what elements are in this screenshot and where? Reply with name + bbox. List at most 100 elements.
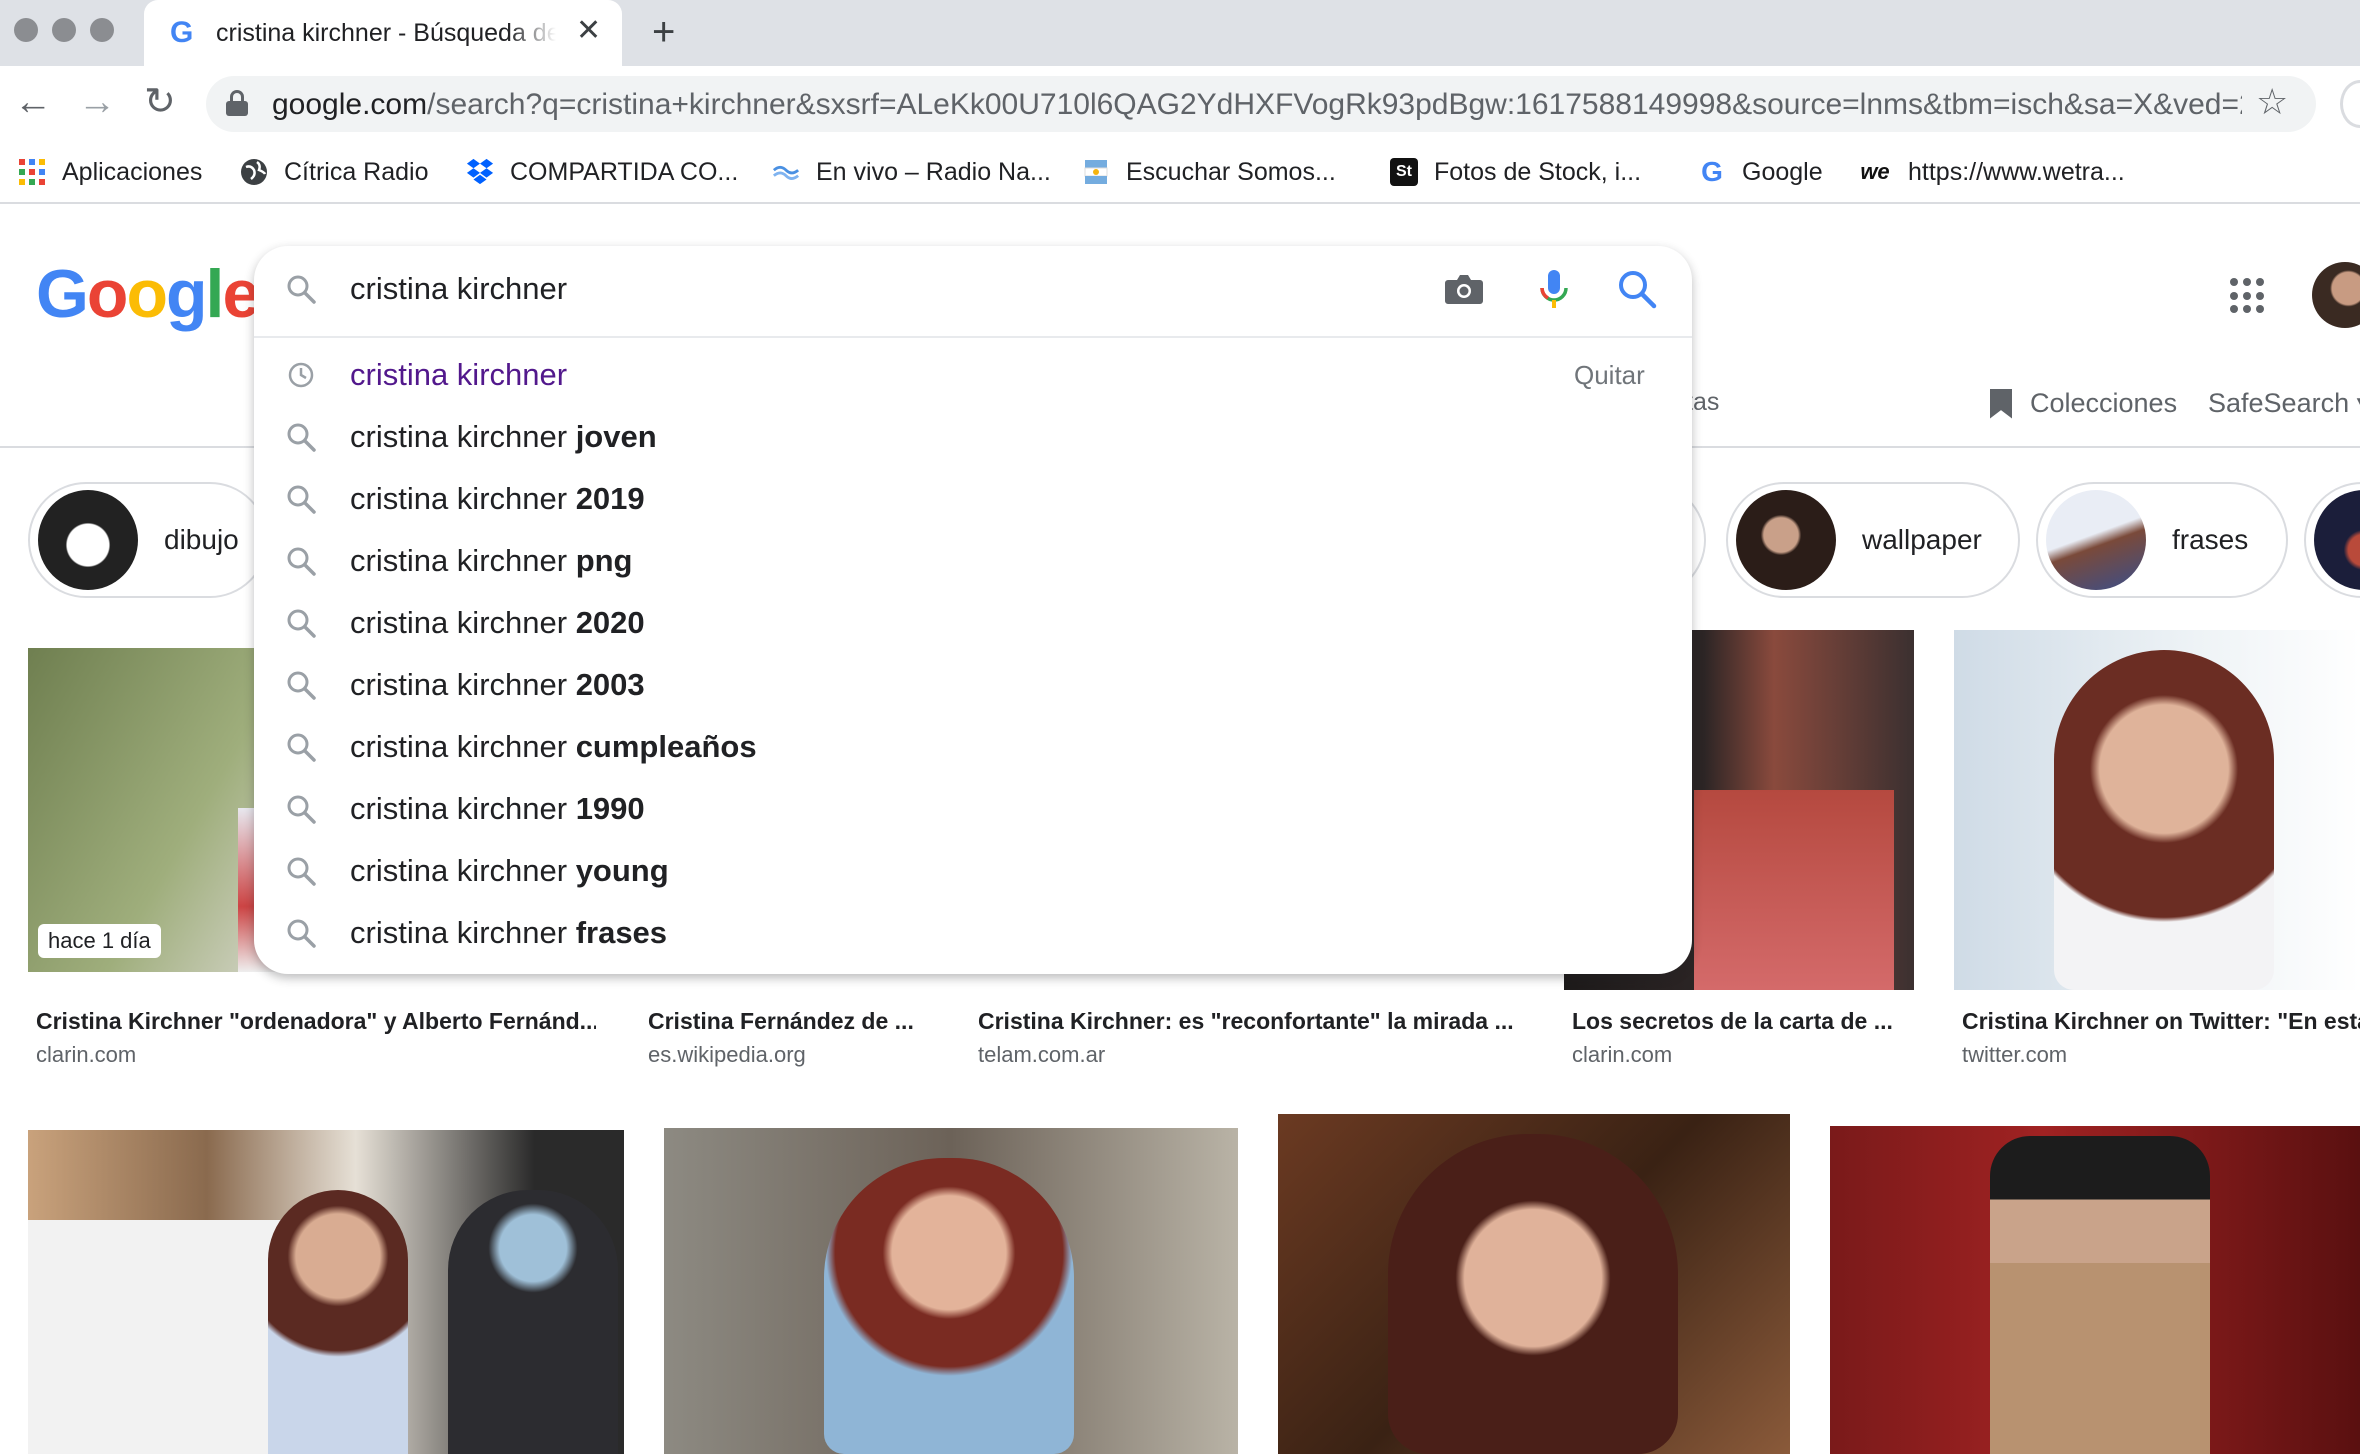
logo-letter: e [222,256,260,332]
suggestion-text: cristina kirchner 2020 [350,604,645,642]
image-result[interactable] [664,1128,1238,1454]
microphone-icon[interactable] [1536,268,1572,310]
photo-figure [1694,790,1894,990]
search-input[interactable]: cristina kirchner [350,270,567,308]
image-result[interactable] [1954,630,2360,990]
image-result[interactable] [1278,1114,1790,1454]
suggestion-item[interactable]: cristina kirchner 2020 [254,592,1692,654]
suggestion-item[interactable]: cristina kirchner 1990 [254,778,1692,840]
remove-history-link[interactable]: Quitar [1574,360,1645,391]
flag-icon [1082,158,1110,186]
reload-button[interactable]: ↻ [144,82,176,122]
photo-figure [268,1190,408,1454]
chip-frases[interactable]: frases [2036,482,2288,598]
bookmark-google[interactable]: G Google [1698,152,1823,192]
browser-tab-active[interactable]: G cristina kirchner - Búsqueda de Google… [144,0,622,66]
result-source[interactable]: twitter.com [1962,1042,2067,1068]
suggestion-prefix: cristina kirchner [350,419,576,454]
suggestion-item[interactable]: cristina kirchner joven [254,406,1692,468]
chip-thumbnail [2046,490,2146,590]
bookmark-radio-nacional[interactable]: En vivo – Radio Na... [772,152,1051,192]
chip-wallpaper[interactable]: wallpaper [1726,482,2020,598]
search-icon [287,547,316,576]
bookmark-label: Escuchar Somos... [1126,157,1336,186]
collections-button[interactable]: Colecciones [1990,388,2177,419]
bookmark-wetransfer[interactable]: we https://www.wetra... [1858,152,2124,192]
suggestion-text: cristina kirchner young [350,852,669,890]
new-tab-button[interactable]: + [652,12,675,52]
bookmark-label: Fotos de Stock, i... [1434,157,1642,186]
suggestion-text: cristina kirchner frases [350,914,667,952]
suggestion-completion: joven [575,419,657,454]
history-clock-icon [288,362,314,388]
search-icon [287,485,316,514]
close-tab-icon[interactable]: ✕ [576,16,601,46]
address-bar[interactable]: google.com/search?q=cristina+kirchner&sx… [206,76,2316,132]
chip-dibujo[interactable]: dibujo [28,482,268,598]
tab-strip: G cristina kirchner - Búsqueda de Google… [0,0,2360,66]
suggestion-item[interactable]: cristina kirchner 2003 [254,654,1692,716]
bookmark-fotos-stock[interactable]: St Fotos de Stock, i... [1390,152,1641,192]
suggestion-completion: young [575,853,669,888]
suggestion-completion: cumpleaños [575,729,757,764]
result-source[interactable]: clarin.com [1572,1042,1672,1068]
url-text[interactable]: google.com/search?q=cristina+kirchner&sx… [272,88,2242,122]
result-title[interactable]: Cristina Kirchner "ordenadora" y Alberto… [36,1008,596,1035]
suggestion-item-history[interactable]: cristina kirchner Quitar [254,344,1692,406]
result-source[interactable]: telam.com.ar [978,1042,1105,1068]
bookmark-compartida[interactable]: COMPARTIDA CO... [466,152,738,192]
camera-icon[interactable] [1444,274,1484,304]
bookmark-aplicaciones[interactable]: Aplicaciones [18,152,202,192]
suggestion-prefix: cristina kirchner [350,481,576,516]
bookmark-somos[interactable]: Escuchar Somos... [1082,152,1336,192]
back-button[interactable]: ← [14,82,52,122]
result-title[interactable]: Cristina Fernández de ... [648,1008,938,1035]
suggestion-item[interactable]: cristina kirchner cumpleaños [254,716,1692,778]
suggestion-prefix: cristina kirchner [350,853,576,888]
photo-figure [1388,1134,1678,1454]
suggestion-item[interactable]: cristina kirchner png [254,530,1692,592]
chip-next[interactable] [2304,482,2360,598]
result-source[interactable]: es.wikipedia.org [648,1042,806,1068]
forward-button[interactable]: → [78,82,116,122]
logo-letter: G [36,256,89,332]
bookmark-icon [1990,388,2012,419]
bookmark-star-icon[interactable]: ☆ [2256,82,2288,122]
close-window-button[interactable] [14,18,38,42]
search-icon [287,423,316,452]
image-result[interactable] [28,1130,624,1454]
google-favicon-icon: G [170,16,194,49]
search-icon [287,671,316,700]
image-result[interactable] [1830,1126,2360,1454]
browser-profile-button[interactable] [2340,80,2360,128]
chip-label: dibujo [164,524,239,555]
maximize-window-button[interactable] [90,18,114,42]
photo-figure [2054,650,2274,990]
chip-label: wallpaper [1862,524,1982,555]
result-title[interactable]: Los secretos de la carta de ... [1572,1008,1912,1035]
avatar[interactable] [2312,262,2360,328]
result-title[interactable]: Cristina Kirchner on Twitter: "En esta [1962,1008,2360,1035]
search-submit-icon[interactable] [1616,268,1658,310]
radio-wave-icon [772,158,800,186]
suggestion-item[interactable]: cristina kirchner young [254,840,1692,902]
logo-letter: o [86,256,129,332]
logo-letter: g [166,256,208,332]
google-apps-icon[interactable] [2230,278,2266,314]
url-path: /search?q=cristina+kirchner&sxsrf=ALeKk0… [427,88,2242,121]
bookmark-citrica-radio[interactable]: Cítrica Radio [240,152,429,192]
suggestion-completion: 2020 [575,605,645,640]
suggestion-item[interactable]: cristina kirchner frases [254,902,1692,964]
logo-letter: o [126,256,168,332]
safesearch-button[interactable]: SafeSearch ▾ [2208,388,2360,419]
suggestion-text: cristina kirchner 2019 [350,480,645,518]
search-suggestions-box: cristina kirchner cristina kirchner Quit… [254,246,1692,974]
photo-figure [824,1158,1074,1454]
google-logo[interactable]: Google [36,254,260,334]
minimize-window-button[interactable] [52,18,76,42]
suggestion-item[interactable]: cristina kirchner 2019 [254,468,1692,530]
lock-icon[interactable] [226,90,248,116]
result-source[interactable]: clarin.com [36,1042,136,1068]
result-title[interactable]: Cristina Kirchner: es "reconfortante" la… [978,1008,1518,1035]
suggestion-prefix: cristina kirchner [350,605,576,640]
